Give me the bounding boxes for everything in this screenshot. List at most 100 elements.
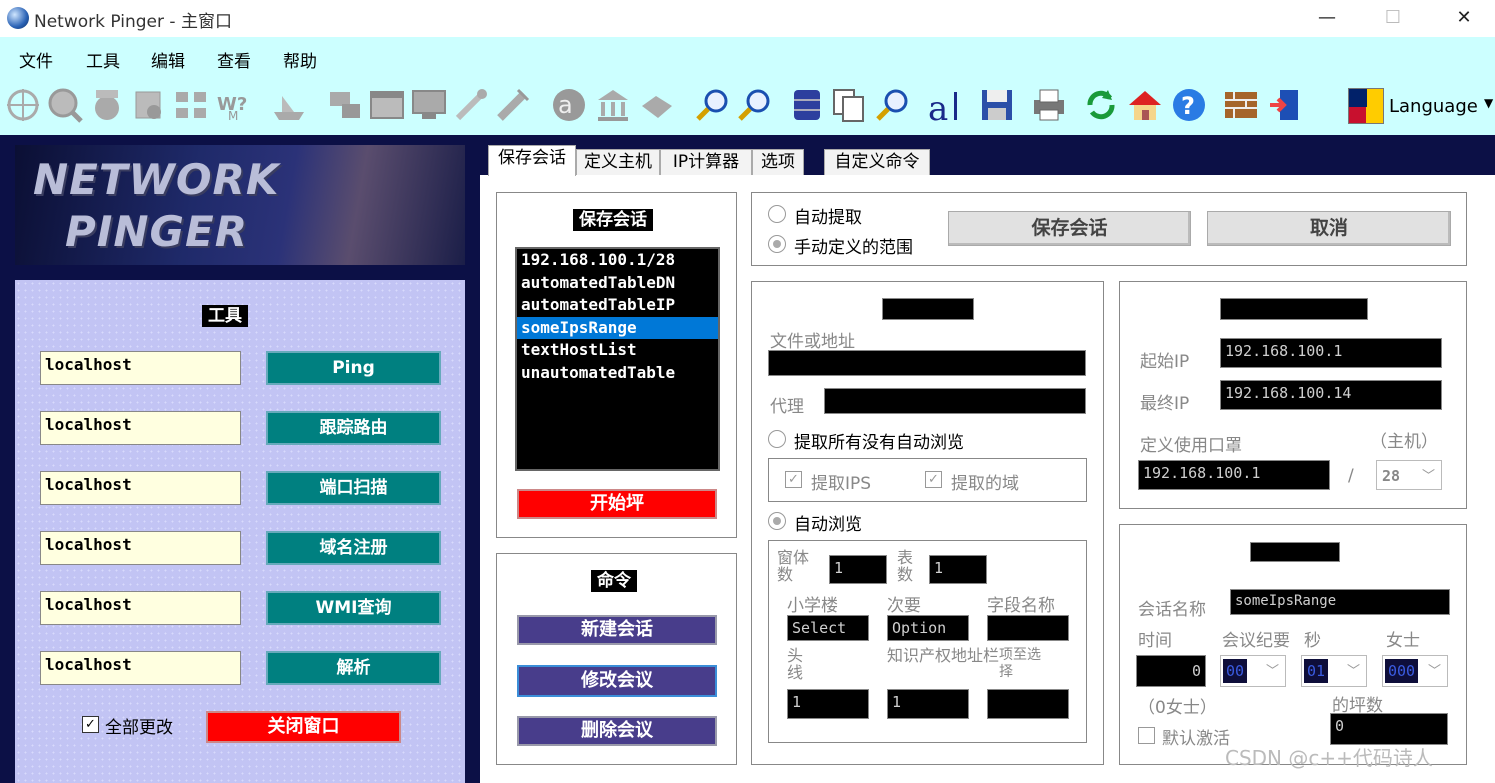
new-session-button[interactable]: 新建会话	[517, 615, 717, 645]
ms-select[interactable]: 000 ﹀	[1382, 655, 1448, 687]
help-icon[interactable]: ?	[1170, 86, 1208, 124]
portscan-button[interactable]: 端口扫描	[266, 471, 441, 505]
header-line-input[interactable]: 1	[787, 689, 869, 719]
replace-icon[interactable]	[874, 86, 912, 124]
ping-host-input[interactable]: localhost	[40, 351, 241, 385]
tag-input[interactable]: Select	[787, 615, 869, 641]
extract-no-autobrowse-radio[interactable]	[768, 430, 786, 448]
minimize-button[interactable]: —	[1312, 4, 1342, 32]
list-item[interactable]: automatedTableDN	[517, 272, 718, 295]
session-name-input[interactable]: someIpsRange	[1230, 589, 1450, 615]
refresh-icon[interactable]	[1082, 86, 1120, 124]
wmi-host-input[interactable]: localhost	[40, 591, 241, 625]
tab-custom-commands[interactable]: 自定义命令	[824, 149, 930, 176]
delete-session-button[interactable]: 删除会议	[517, 716, 717, 746]
close-button[interactable]: ✕	[1449, 4, 1479, 32]
wmi-icon[interactable]: W? M	[214, 86, 252, 124]
select-input[interactable]	[987, 689, 1069, 719]
resolve-button[interactable]: 解析	[266, 651, 441, 685]
proxy-input[interactable]	[824, 388, 1086, 414]
svg-text:M: M	[228, 109, 238, 123]
save-session-button[interactable]: 保存会话	[948, 211, 1191, 246]
minutes-select[interactable]: 00 ﹀	[1220, 655, 1286, 687]
table-count-input[interactable]: 1	[929, 555, 987, 584]
tab-options[interactable]: 选项	[752, 149, 804, 176]
menu-edit[interactable]: 编辑	[151, 47, 185, 72]
firewall-icon[interactable]	[1222, 86, 1260, 124]
crosshair-icon[interactable]	[4, 86, 42, 124]
time-input[interactable]: 0	[1136, 655, 1206, 687]
mask-label: 定义使用口罩	[1140, 436, 1242, 456]
extract-domains-checkbox[interactable]: ✓	[925, 471, 942, 488]
network-grid-icon[interactable]	[172, 86, 210, 124]
start-ip-input[interactable]: 192.168.100.1	[1220, 338, 1442, 368]
list-item[interactable]: automatedTableIP	[517, 294, 718, 317]
database-icon[interactable]	[788, 86, 826, 124]
menu-tools[interactable]: 工具	[86, 47, 120, 72]
portscan-host-input[interactable]: localhost	[40, 471, 241, 505]
saved-sessions-group: 保存会话 192.168.100.1/28 automatedTableDN a…	[496, 192, 737, 538]
ping-button[interactable]: Ping	[266, 351, 441, 385]
menu-file[interactable]: 文件	[19, 47, 53, 72]
resolve-host-input[interactable]: localhost	[40, 651, 241, 685]
window-icon[interactable]	[368, 86, 406, 124]
print-icon[interactable]	[1030, 86, 1068, 124]
secondary-input[interactable]: Option	[887, 615, 969, 641]
file-or-address-input[interactable]	[768, 350, 1086, 376]
whois-button[interactable]: 域名注册	[266, 531, 441, 565]
copy-icon[interactable]	[830, 86, 868, 124]
tab-saved-sessions[interactable]: 保存会话	[488, 145, 576, 176]
save-icon[interactable]	[978, 86, 1016, 124]
whois-host-input[interactable]: localhost	[40, 531, 241, 565]
find-next-icon[interactable]	[736, 86, 774, 124]
traceroute-button[interactable]: 跟踪路由	[266, 411, 441, 445]
font-icon[interactable]: a	[926, 86, 964, 129]
monitor-icon[interactable]	[410, 86, 448, 124]
wmi-button[interactable]: WMI查询	[266, 591, 441, 625]
menu-help[interactable]: 帮助	[283, 47, 317, 72]
maximize-button[interactable]: ☐	[1378, 4, 1408, 32]
ms-label: 女士	[1386, 631, 1420, 651]
at-sign-icon[interactable]: a	[550, 86, 588, 124]
list-item[interactable]: 192.168.100.1/28	[517, 249, 718, 272]
cable-icon[interactable]	[452, 86, 490, 124]
computer-network-icon[interactable]	[326, 86, 364, 124]
ip-column-input[interactable]: 1	[887, 689, 969, 719]
close-window-button[interactable]: 关闭窗口	[206, 711, 401, 743]
extract-ips-checkbox[interactable]: ✓	[785, 471, 802, 488]
auto-extract-radio[interactable]	[768, 205, 786, 223]
start-ping-button[interactable]: 开始坪	[517, 489, 717, 519]
prefix-select[interactable]: 28 ﹀	[1376, 460, 1442, 490]
mask-ip-input[interactable]: 192.168.100.1	[1138, 460, 1330, 490]
list-item[interactable]: textHostList	[517, 339, 718, 362]
magnifier-globe-icon[interactable]	[46, 86, 84, 124]
whois-icon[interactable]	[88, 86, 126, 124]
flags-icon	[1348, 88, 1384, 124]
tab-define-hosts[interactable]: 定义主机	[576, 149, 660, 176]
default-active-checkbox[interactable]	[1138, 727, 1155, 744]
seconds-select[interactable]: 01 ﹀	[1301, 655, 1367, 687]
auto-browse-radio[interactable]	[768, 512, 786, 530]
bank-icon[interactable]	[594, 86, 632, 124]
ship-icon[interactable]	[270, 86, 308, 124]
list-item[interactable]: unautomatedTable	[517, 362, 718, 385]
exit-icon[interactable]	[1266, 86, 1304, 124]
modify-session-button[interactable]: 修改会议	[517, 665, 717, 697]
plug-icon[interactable]	[494, 86, 532, 124]
route-icon[interactable]	[638, 86, 676, 124]
all-change-checkbox[interactable]: ✓	[82, 716, 99, 733]
find-icon[interactable]	[694, 86, 732, 124]
tab-ip-calculator[interactable]: IP计算器	[660, 149, 752, 176]
menu-view[interactable]: 查看	[217, 47, 251, 72]
manual-range-radio[interactable]	[768, 235, 786, 253]
traceroute-host-input[interactable]: localhost	[40, 411, 241, 445]
field-name-input[interactable]	[987, 615, 1069, 641]
end-ip-input[interactable]: 192.168.100.14	[1220, 380, 1442, 410]
sessions-list[interactable]: 192.168.100.1/28 automatedTableDN automa…	[515, 247, 720, 471]
frame-count-input[interactable]: 1	[829, 555, 887, 584]
ping-count-input[interactable]: 0	[1330, 713, 1448, 745]
home-icon[interactable]	[1126, 86, 1164, 124]
cancel-button[interactable]: 取消	[1207, 211, 1451, 246]
scan-icon[interactable]	[130, 86, 168, 124]
list-item-selected[interactable]: someIpsRange	[517, 316, 718, 339]
